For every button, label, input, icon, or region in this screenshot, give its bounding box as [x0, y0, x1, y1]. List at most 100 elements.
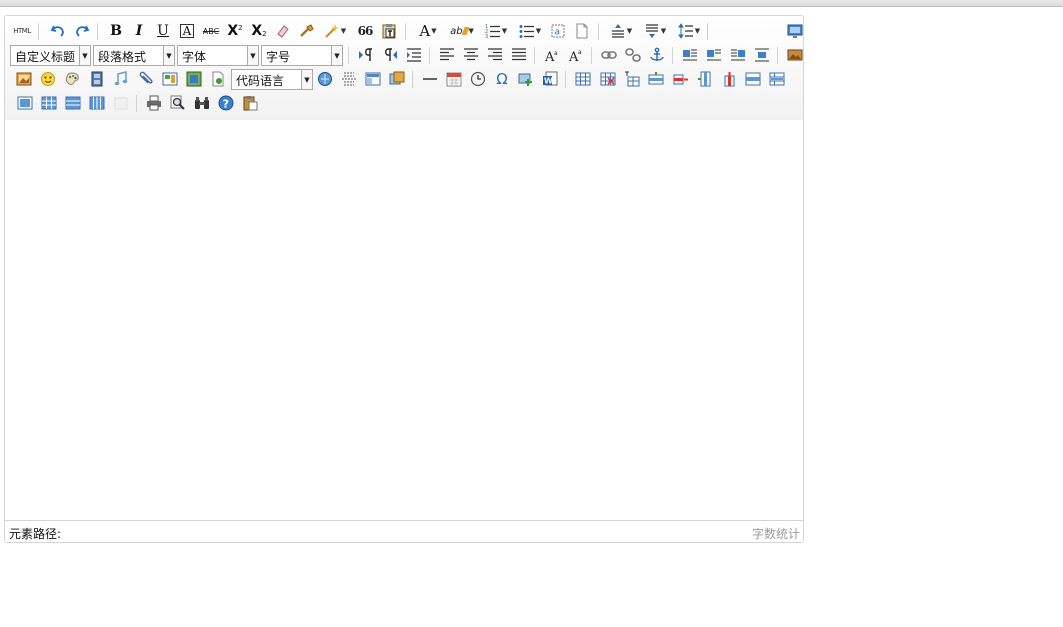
- scrawl-button[interactable]: [61, 68, 83, 90]
- horizontal-line-button[interactable]: [419, 68, 441, 90]
- paragraph-format-select[interactable]: 段落格式 ▼: [93, 45, 175, 66]
- background-button[interactable]: [386, 68, 408, 90]
- editor-content-area[interactable]: [5, 120, 803, 520]
- anchor-button[interactable]: [646, 44, 668, 66]
- split-to-rows-button[interactable]: [62, 92, 84, 114]
- merge-right-button[interactable]: [766, 68, 788, 90]
- clear-document-button[interactable]: [571, 20, 593, 42]
- google-map-button[interactable]: [183, 68, 205, 90]
- underline-button[interactable]: U: [152, 20, 174, 42]
- superscript-icon: X2: [227, 23, 243, 39]
- tolowercase-button[interactable]: Aa: [565, 44, 587, 66]
- drafts-button[interactable]: [239, 92, 261, 114]
- blockquote-button[interactable]: 66: [354, 20, 376, 42]
- touppercase-button[interactable]: Aa: [541, 44, 563, 66]
- split-to-cells-button[interactable]: [38, 92, 60, 114]
- split-to-cols-button[interactable]: [86, 92, 108, 114]
- insert-code-button[interactable]: [207, 68, 229, 90]
- fullscreen-button[interactable]: [784, 20, 803, 42]
- template-button[interactable]: [362, 68, 384, 90]
- align-justify-button[interactable]: [508, 44, 530, 66]
- code-language-select[interactable]: 代码语言 ▼: [231, 69, 313, 90]
- unlink-button[interactable]: [622, 44, 644, 66]
- undo-button[interactable]: [47, 20, 69, 42]
- svg-text:?: ?: [223, 97, 229, 110]
- merge-cells-button[interactable]: [742, 68, 764, 90]
- word-image-button[interactable]: W: [539, 68, 561, 90]
- bold-button[interactable]: B: [105, 20, 127, 42]
- special-char-button[interactable]: Ω: [491, 68, 513, 90]
- eraser-button[interactable]: [272, 20, 294, 42]
- align-right-button[interactable]: [484, 44, 506, 66]
- insert-paragraph-before-table-button[interactable]: [621, 68, 643, 90]
- font-color-button[interactable]: A ▼: [413, 20, 443, 42]
- align-center-button[interactable]: [460, 44, 482, 66]
- insert-frame-button[interactable]: [159, 68, 181, 90]
- monitor-icon: [787, 24, 803, 38]
- preview-button[interactable]: [167, 92, 189, 114]
- paste-plain-button[interactable]: [378, 20, 400, 42]
- page-break-button[interactable]: [338, 68, 360, 90]
- indent-button[interactable]: [403, 44, 425, 66]
- html-source-button[interactable]: HTML: [11, 20, 33, 42]
- search-replace-button[interactable]: [191, 92, 213, 114]
- row-spacing-bottom-button[interactable]: ▼: [640, 20, 670, 42]
- eraser-icon: [277, 25, 289, 38]
- redo-button[interactable]: [71, 20, 93, 42]
- insert-video-button[interactable]: [86, 68, 108, 90]
- font-family-select[interactable]: 字体 ▼: [177, 45, 259, 66]
- insert-date-button[interactable]: [443, 68, 465, 90]
- image-float-none-button[interactable]: [703, 44, 725, 66]
- multi-image-button[interactable]: [13, 68, 35, 90]
- image-float-right-button[interactable]: [727, 44, 749, 66]
- italic-button[interactable]: I: [128, 20, 150, 42]
- row-spacing-top-icon: [611, 24, 624, 38]
- select-all-icon: a: [551, 24, 565, 38]
- delete-table-button[interactable]: [597, 68, 619, 90]
- ordered-list-button[interactable]: 123 ▼: [481, 20, 511, 42]
- insert-column-button[interactable]: [694, 68, 716, 90]
- background-color-button[interactable]: ab ▼: [446, 20, 478, 42]
- image-float-left-button[interactable]: [679, 44, 701, 66]
- unordered-list-button[interactable]: ▼: [515, 20, 545, 42]
- superscript-button[interactable]: X2: [224, 20, 246, 42]
- insert-image-button[interactable]: [784, 44, 803, 66]
- font-color-icon: A: [419, 21, 431, 40]
- strikethrough-button[interactable]: ABC: [200, 20, 222, 42]
- emotion-button[interactable]: [37, 68, 59, 90]
- ltr-direction-button[interactable]: [355, 44, 377, 66]
- select-all-button[interactable]: a: [547, 20, 569, 42]
- line-height-button[interactable]: ▼: [674, 20, 704, 42]
- map-icon: [186, 71, 202, 87]
- subscript-button[interactable]: X2: [248, 20, 270, 42]
- insert-time-button[interactable]: [467, 68, 489, 90]
- custom-style-select[interactable]: 自定义标题 ▼: [10, 45, 91, 66]
- custom-style-value: 自定义标题: [15, 50, 76, 64]
- font-size-select[interactable]: 字号 ▼: [261, 45, 343, 66]
- insert-row-button[interactable]: [645, 68, 667, 90]
- multi-image-icon: [16, 72, 32, 86]
- link-icon: [601, 51, 617, 59]
- format-painter-button[interactable]: [296, 20, 318, 42]
- format-painter-icon: [300, 24, 314, 37]
- rtl-direction-button[interactable]: [379, 44, 401, 66]
- web-app-button[interactable]: [314, 68, 336, 90]
- insert-music-button[interactable]: [110, 68, 132, 90]
- separator: [429, 47, 430, 64]
- insert-table-button[interactable]: [572, 68, 594, 90]
- auto-typeset-button[interactable]: ▼: [320, 20, 350, 42]
- print-button[interactable]: [143, 92, 165, 114]
- align-left-button[interactable]: [436, 44, 458, 66]
- attachment-button[interactable]: [135, 68, 157, 90]
- snapscreen-button[interactable]: [515, 68, 537, 90]
- help-button[interactable]: ?: [215, 92, 237, 114]
- row-spacing-top-button[interactable]: ▼: [606, 20, 636, 42]
- split-cols-icon: [89, 96, 105, 110]
- image-center-button[interactable]: [751, 44, 773, 66]
- delete-row-button[interactable]: [670, 68, 692, 90]
- font-border-button[interactable]: A: [176, 20, 198, 42]
- delete-column-button[interactable]: [718, 68, 740, 90]
- merge-down-button[interactable]: [14, 92, 36, 114]
- insert-link-button[interactable]: [598, 44, 620, 66]
- anchor-icon: [650, 47, 664, 61]
